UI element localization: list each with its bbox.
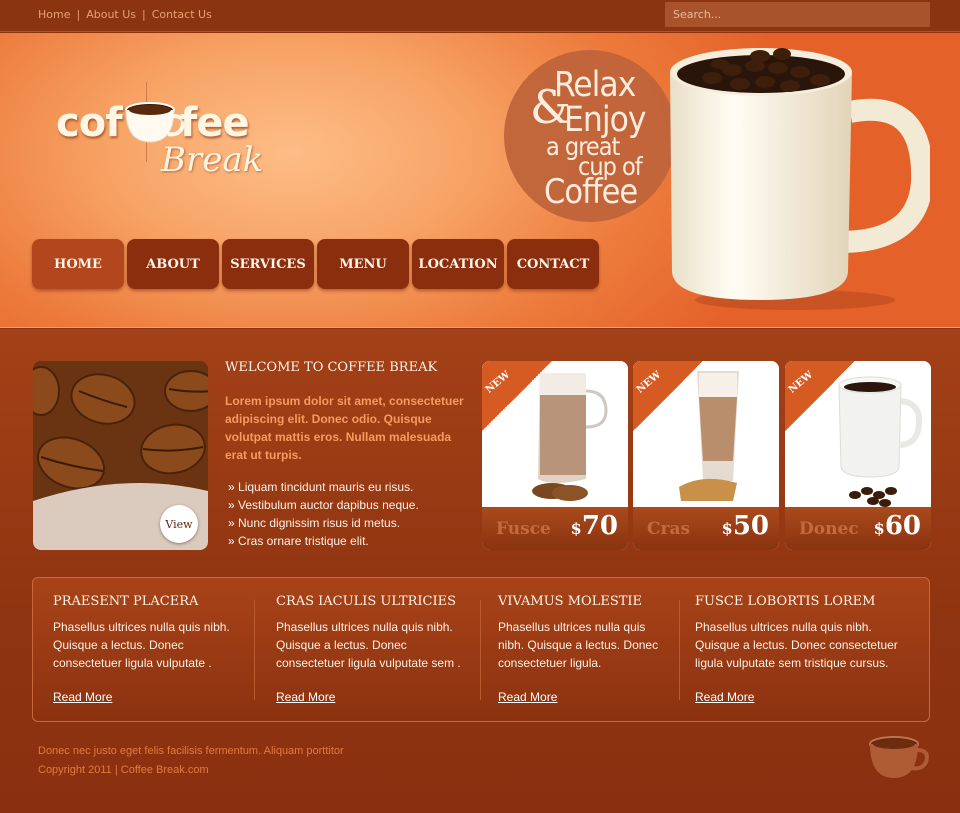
list-item: Liquam tincidunt mauris eu risus. xyxy=(228,478,419,496)
view-button[interactable]: View xyxy=(160,505,198,543)
product-card-cras[interactable]: NEW Cras $50 xyxy=(633,361,779,550)
nav-about[interactable]: ABOUT xyxy=(127,239,219,289)
info-column-1: PRAESENT PLACERA Phasellus ultrices null… xyxy=(53,594,253,672)
column-text: Phasellus ultrices nulla quis nibh. Quis… xyxy=(53,620,230,670)
tagline-line5: Coffee xyxy=(544,172,638,212)
new-badge-corner xyxy=(633,361,703,431)
product-card-fusce[interactable]: NEW Fusce $70 xyxy=(482,361,628,550)
nav-menu[interactable]: MENU xyxy=(317,239,409,289)
coffee-mug-icon xyxy=(670,48,930,310)
separator: | xyxy=(142,8,146,21)
info-box: PRAESENT PLACERA Phasellus ultrices null… xyxy=(32,577,930,722)
nav-contact[interactable]: CONTACT xyxy=(507,239,599,289)
product-name: Cras xyxy=(647,519,691,539)
read-more-link[interactable]: Read More xyxy=(53,690,112,704)
read-more-link[interactable]: Read More xyxy=(276,690,335,704)
top-link-home[interactable]: Home xyxy=(38,8,70,21)
nav-location[interactable]: LOCATION xyxy=(412,239,504,289)
logo-script: Break xyxy=(161,140,264,180)
info-column-2: CRAS IACULIS ULTRICIES Phasellus ultrice… xyxy=(276,594,476,672)
new-badge-corner xyxy=(785,361,855,431)
footer-site-link[interactable]: Coffee Break.com xyxy=(121,764,209,776)
info-column-4: FUSCE LOBORTIS LOREM Phasellus ultrices … xyxy=(695,594,915,672)
column-divider xyxy=(254,600,255,700)
separator: | xyxy=(76,8,81,21)
currency: $ xyxy=(873,519,885,538)
nav-services[interactable]: SERVICES xyxy=(222,239,314,289)
footer-copyright: Copyright 2011 | Coffee Break.com xyxy=(38,761,344,780)
list-item: Nunc dignissim risus id metus. xyxy=(228,514,419,532)
top-link-about-us[interactable]: About Us xyxy=(86,8,136,21)
top-links: Home | About Us | Contact Us xyxy=(38,8,212,21)
tagline-bubble: Relax & Enjoy a great cup of Coffee xyxy=(504,50,676,222)
top-link-contact-us[interactable]: Contact Us xyxy=(152,8,212,21)
currency: $ xyxy=(721,519,733,538)
footer-text: Donec nec justo eget felis facilisis fer… xyxy=(38,745,344,757)
list-item: Cras ornare tristique elit. xyxy=(228,532,419,550)
price-value: 70 xyxy=(581,511,618,541)
logo-word-left: cof xyxy=(56,100,123,146)
column-title: CRAS IACULIS ULTRICIES xyxy=(276,594,456,609)
coffee-cup-icon xyxy=(869,736,929,778)
product-price: $50 xyxy=(722,511,769,541)
product-card-donec[interactable]: NEW Donec $60 xyxy=(785,361,931,550)
column-divider xyxy=(480,600,481,700)
top-bar: Home | About Us | Contact Us xyxy=(0,0,960,32)
info-column-3: VIVAMUS MOLESTIE Phasellus ultrices null… xyxy=(498,594,673,672)
price-value: 50 xyxy=(732,511,769,541)
read-more-link[interactable]: Read More xyxy=(695,690,754,704)
product-name: Fusce xyxy=(496,519,551,539)
copyright-text: Copyright 2011 | xyxy=(38,764,121,776)
column-text: Phasellus ultrices nulla quis nibh. Quis… xyxy=(695,620,898,670)
main-nav: HOME ABOUT SERVICES MENU LOCATION CONTAC… xyxy=(32,239,599,289)
footer: Donec nec justo eget felis facilisis fer… xyxy=(38,742,344,780)
logo[interactable]: cof fee Break xyxy=(56,62,316,202)
column-divider xyxy=(679,600,680,700)
list-item: Vestibulum auctor dapibus neque. xyxy=(228,496,419,514)
product-price: $70 xyxy=(571,511,618,541)
price-value: 60 xyxy=(884,511,921,541)
welcome-text: Lorem ipsum dolor sit amet, consectetuer… xyxy=(225,394,464,462)
search-input[interactable] xyxy=(665,2,930,27)
column-title: PRAESENT PLACERA xyxy=(53,594,199,609)
product-name: Donec xyxy=(799,519,859,539)
welcome-title: WELCOME TO COFFEE BREAK xyxy=(225,360,438,375)
column-title: VIVAMUS MOLESTIE xyxy=(498,594,643,609)
column-title: FUSCE LOBORTIS LOREM xyxy=(695,594,876,609)
currency: $ xyxy=(570,519,582,538)
nav-home[interactable]: HOME xyxy=(32,239,124,289)
column-text: Phasellus ultrices nulla quis nibh. Quis… xyxy=(276,620,461,670)
product-price: $60 xyxy=(874,511,921,541)
welcome-list: Liquam tincidunt mauris eu risus. Vestib… xyxy=(228,478,419,550)
read-more-link[interactable]: Read More xyxy=(498,690,557,704)
column-text: Phasellus ultrices nulla quis nibh. Quis… xyxy=(498,620,659,670)
new-badge-corner xyxy=(482,361,552,431)
